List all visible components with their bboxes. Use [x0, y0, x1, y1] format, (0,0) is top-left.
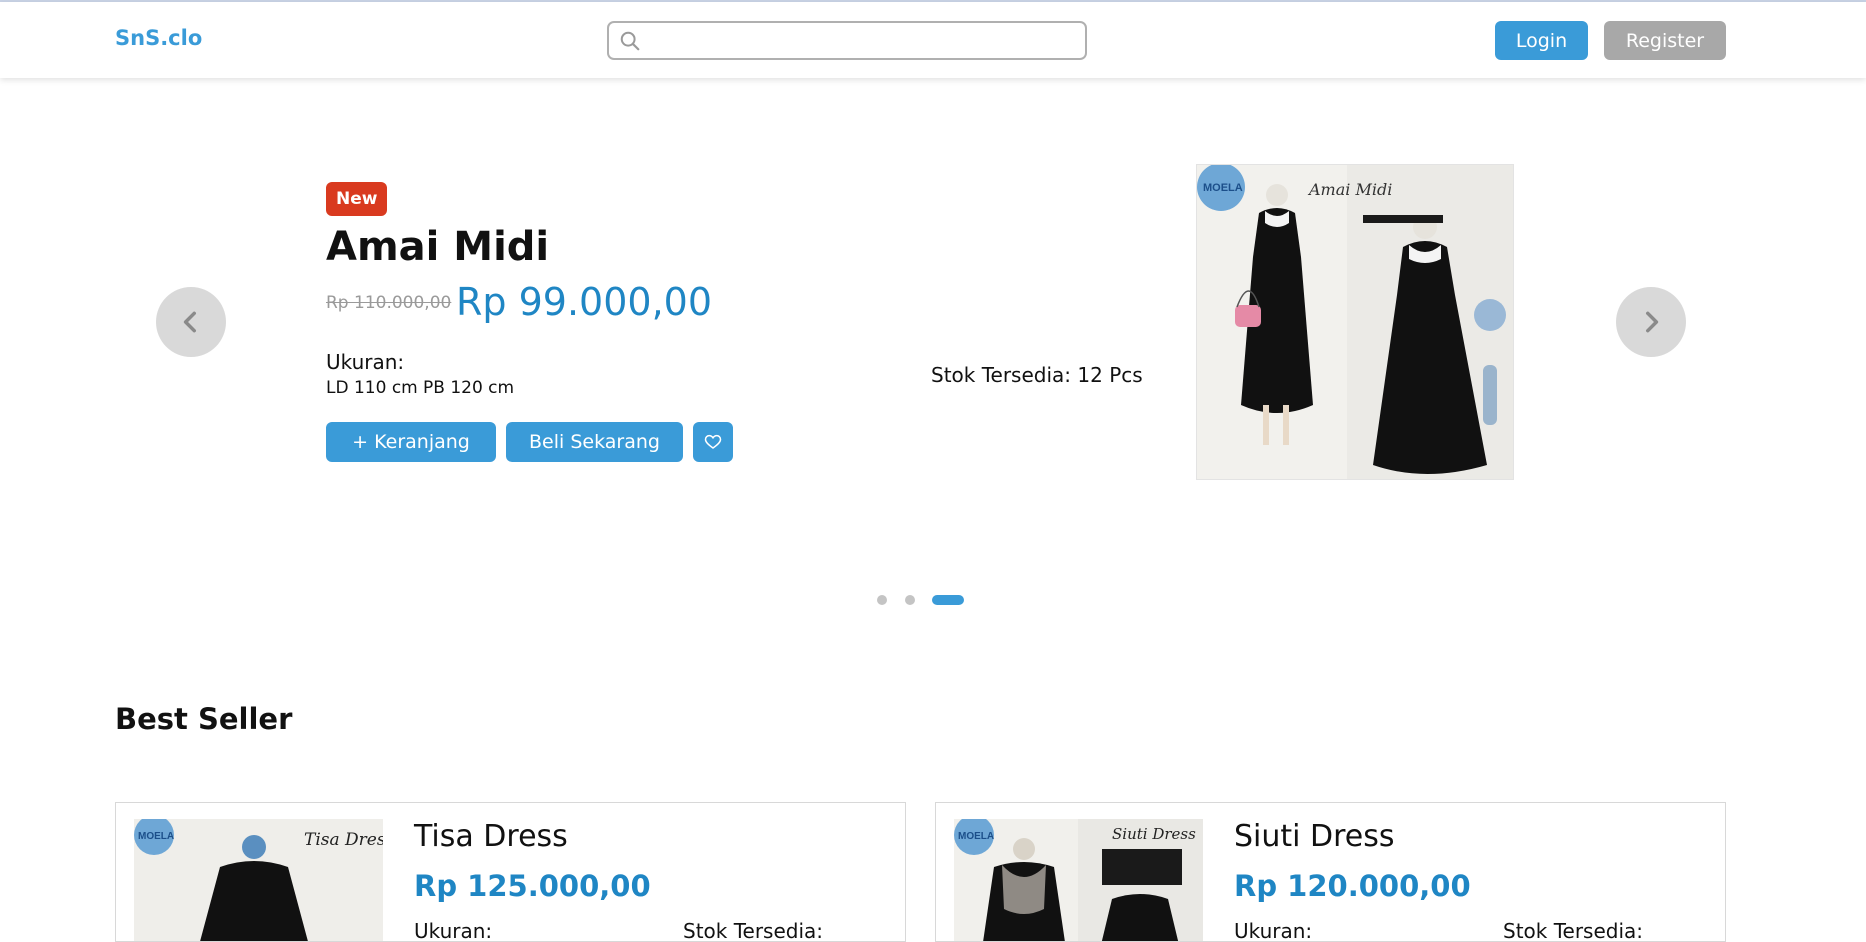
- search-icon: [620, 31, 640, 51]
- carousel-next-button[interactable]: [1616, 287, 1686, 357]
- hero-size-ld: LD 110 cm: [326, 378, 418, 398]
- product-image[interactable]: MOELA Siuti Dress: [954, 819, 1203, 941]
- carousel-dot-2[interactable]: [905, 595, 915, 605]
- product-card[interactable]: MOELA Tisa Dress Tisa Dress Rp 125.000,0…: [115, 802, 906, 942]
- hero-size-pb: PB 120 cm: [423, 378, 515, 398]
- new-badge: New: [326, 182, 388, 216]
- product-stock-label: Stok Tersedia:: [683, 919, 824, 942]
- navbar: SnS.clo Login Register: [0, 2, 1866, 78]
- product-name[interactable]: Tisa Dress: [414, 819, 568, 854]
- buy-now-button[interactable]: Beli Sekarang: [506, 422, 683, 462]
- login-button[interactable]: Login: [1495, 21, 1588, 60]
- product-card[interactable]: MOELA Siuti Dress Siuti Dress Rp 120.000…: [935, 802, 1726, 942]
- brand-logo[interactable]: SnS.clo: [115, 26, 202, 50]
- search-bar[interactable]: [607, 21, 1087, 60]
- hero-price: Rp 99.000,00: [456, 280, 712, 324]
- product-image[interactable]: MOELA Tisa Dress: [134, 819, 383, 941]
- best-seller-title: Best Seller: [115, 702, 293, 736]
- chevron-left-icon: [183, 311, 196, 333]
- hero-product-title[interactable]: Amai Midi: [326, 224, 549, 270]
- image-brand-logo: MOELA: [1203, 182, 1243, 194]
- product-size-label: Ukuran:: [1234, 919, 1313, 942]
- hero-old-price: Rp 110.000,00: [326, 293, 452, 313]
- heart-icon: [704, 434, 722, 449]
- product-stock-label: Stok Tersedia:: [1503, 919, 1644, 942]
- hero-size-label: Ukuran:: [326, 350, 405, 374]
- image-brand-logo: MOELA: [958, 831, 994, 842]
- product-photo: MOELA Siuti Dress: [954, 819, 1203, 941]
- hero-stock: Stok Tersedia: 12 Pcs: [931, 363, 1143, 387]
- chevron-right-icon: [1646, 311, 1659, 333]
- search-input[interactable]: [649, 23, 1079, 58]
- wishlist-button[interactable]: [693, 422, 733, 462]
- register-button[interactable]: Register: [1604, 21, 1726, 60]
- image-script-title: Siuti Dress: [1112, 825, 1196, 843]
- product-price: Rp 125.000,00: [414, 869, 651, 903]
- hero-product-image[interactable]: MOELA Amai Midi: [1196, 164, 1514, 480]
- product-size-label: Ukuran:: [414, 919, 493, 942]
- carousel-dot-3-active[interactable]: [932, 595, 964, 605]
- product-price: Rp 120.000,00: [1234, 869, 1471, 903]
- product-name[interactable]: Siuti Dress: [1234, 819, 1395, 854]
- carousel-prev-button[interactable]: [156, 287, 226, 357]
- image-script-title: Amai Midi: [1307, 180, 1392, 199]
- image-brand-logo: MOELA: [138, 831, 174, 842]
- image-script-title: Tisa Dress: [304, 830, 383, 850]
- product-photo: MOELA Amai Midi: [1197, 165, 1513, 479]
- carousel-dot-1[interactable]: [877, 595, 887, 605]
- product-photo: MOELA Tisa Dress: [134, 819, 383, 941]
- add-to-cart-button[interactable]: + Keranjang: [326, 422, 496, 462]
